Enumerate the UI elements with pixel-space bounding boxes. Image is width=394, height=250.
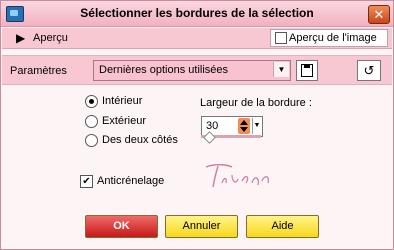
reset-icon: ↺ bbox=[363, 63, 375, 78]
radio-dot[interactable] bbox=[85, 95, 98, 108]
decrement-icon[interactable] bbox=[240, 127, 248, 132]
radio-dot[interactable] bbox=[85, 115, 98, 128]
radio-dot[interactable] bbox=[85, 134, 98, 147]
radio-exterieur[interactable]: Extérieur bbox=[85, 115, 205, 129]
save-preset-button[interactable] bbox=[296, 60, 318, 81]
close-icon: ✕ bbox=[373, 7, 385, 22]
antialias-checkbox[interactable]: ✔ Anticrénelage bbox=[80, 175, 200, 189]
dialog-window: Sélectionner les bordures de la sélectio… bbox=[0, 0, 394, 250]
antialias-box[interactable]: ✔ bbox=[80, 175, 93, 188]
image-preview-checkbox[interactable]: Aperçu de l'image bbox=[270, 29, 388, 47]
radio-label: Des deux côtés bbox=[102, 134, 178, 146]
antialias-label: Anticrénelage bbox=[97, 175, 165, 187]
parameters-label: Paramètres bbox=[10, 65, 67, 77]
signature-watermark bbox=[205, 164, 269, 188]
window-title: Sélectionner les bordures de la sélectio… bbox=[80, 6, 314, 20]
chevron-down-icon[interactable]: ▼ bbox=[273, 62, 289, 77]
image-preview-label: Aperçu de l'image bbox=[289, 32, 377, 44]
title-bar: Sélectionner les bordures de la sélectio… bbox=[1, 1, 393, 27]
dropdown-arrow-icon[interactable]: ▼ bbox=[252, 118, 261, 134]
save-icon bbox=[301, 64, 313, 77]
radio-label: Intérieur bbox=[102, 95, 143, 107]
expand-preview-icon[interactable]: ▶ bbox=[16, 31, 25, 45]
parameters-row: Paramètres Dernières options utilisées ▼… bbox=[2, 55, 392, 85]
close-button[interactable]: ✕ bbox=[368, 5, 390, 24]
preset-value: Dernières options utilisées bbox=[99, 64, 229, 76]
increment-icon[interactable] bbox=[240, 120, 248, 125]
cancel-button[interactable]: Annuler bbox=[165, 215, 238, 238]
radio-label: Extérieur bbox=[102, 115, 147, 127]
preset-dropdown[interactable]: Dernières options utilisées ▼ bbox=[93, 60, 291, 81]
preview-section: ▶ Aperçu Aperçu de l'image bbox=[2, 28, 392, 49]
preview-label[interactable]: Aperçu bbox=[33, 32, 68, 44]
radio-interieur[interactable]: Intérieur bbox=[85, 95, 205, 109]
image-preview-box[interactable] bbox=[275, 32, 287, 44]
radio-both-sides[interactable]: Des deux côtés bbox=[85, 134, 205, 148]
spinner-arrows[interactable] bbox=[238, 118, 250, 134]
reset-button[interactable]: ↺ bbox=[357, 60, 381, 81]
border-width-label: Largeur de la bordure : bbox=[200, 97, 312, 109]
border-width-value[interactable]: 30 bbox=[206, 120, 218, 132]
help-button[interactable]: Aide bbox=[246, 215, 319, 238]
ok-button[interactable]: OK bbox=[85, 215, 158, 238]
